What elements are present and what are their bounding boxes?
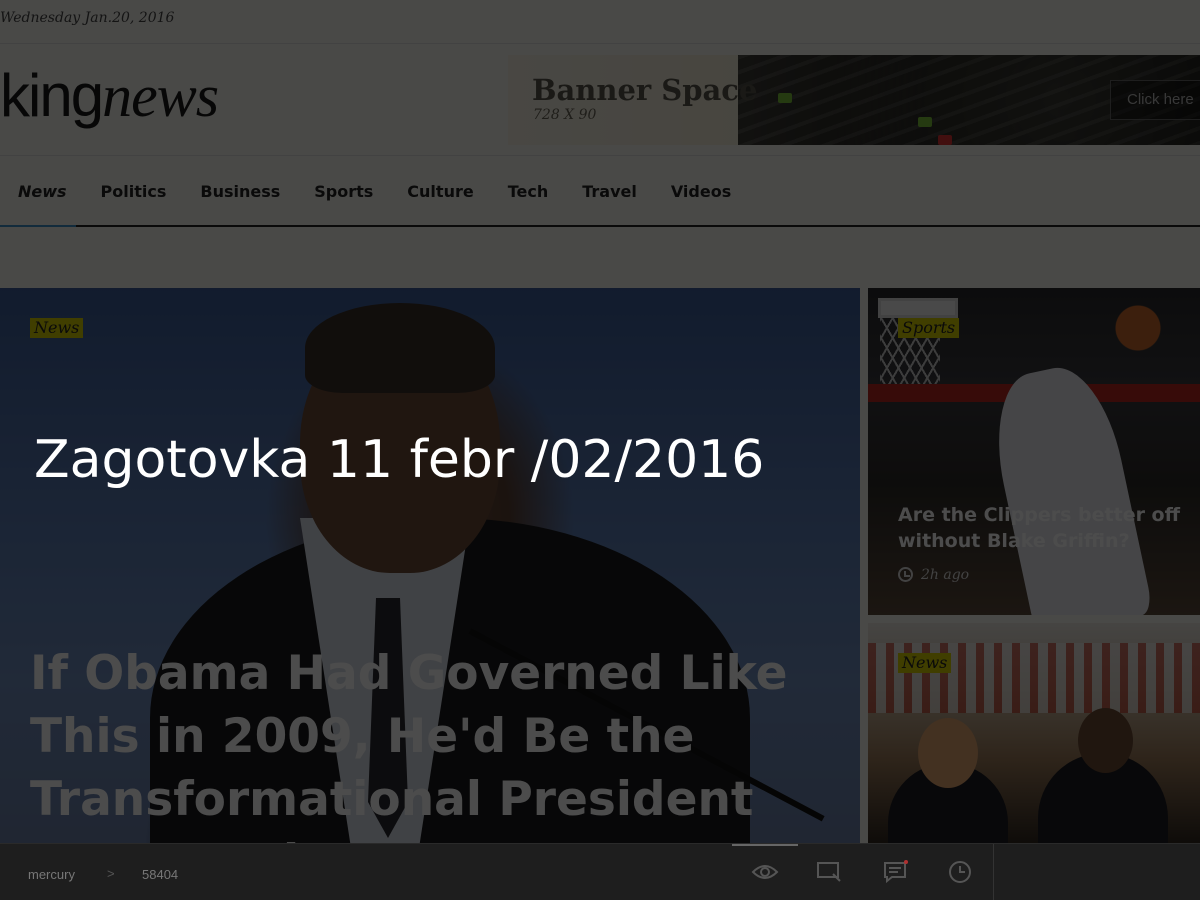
- nav-item-news[interactable]: News: [18, 182, 67, 201]
- banner-ad[interactable]: Banner Space 728 X 90 Click here: [508, 55, 1200, 145]
- nav-item-sports[interactable]: Sports: [314, 182, 373, 201]
- card-image-person-head: [918, 718, 978, 788]
- category-badge[interactable]: Sports: [898, 318, 960, 338]
- nav-item-videos[interactable]: Videos: [671, 182, 731, 201]
- featured-headline[interactable]: If Obama Had Governed Like This in 2009,…: [30, 642, 830, 848]
- logo-part-news: news: [102, 63, 219, 129]
- story-timestamp: 2h ago: [898, 567, 969, 583]
- toolbar-divider: [993, 844, 994, 900]
- nav-item-politics[interactable]: Politics: [101, 182, 167, 201]
- banner-decoration: [938, 135, 952, 145]
- breadcrumb-separator: >: [107, 866, 115, 881]
- category-badge[interactable]: News: [30, 318, 84, 338]
- clock-icon: [898, 567, 913, 582]
- story-time-text: 2h ago: [921, 567, 970, 583]
- featured-image-hair: [305, 303, 495, 393]
- nav-item-tech[interactable]: Tech: [508, 182, 549, 201]
- featured-story[interactable]: News If Obama Had Governed Like This in …: [0, 288, 860, 848]
- side-story-card[interactable]: Sports Are the Clippers better off witho…: [868, 288, 1200, 615]
- main-navigation: News Politics Business Sports Culture Te…: [0, 155, 1200, 227]
- category-badge[interactable]: News: [898, 653, 952, 673]
- eye-icon[interactable]: [732, 844, 798, 887]
- nav-item-business[interactable]: Business: [200, 182, 280, 201]
- banner-decoration: [918, 117, 932, 127]
- card-image-person-head: [1078, 708, 1133, 773]
- clock-icon[interactable]: [945, 857, 975, 887]
- overlay-caption: Zagotovka 11 febr /02/2016: [34, 430, 765, 490]
- select-region-icon[interactable]: [814, 857, 844, 887]
- banner-title: Banner Space: [532, 73, 758, 107]
- current-date: Wednesday Jan.20, 2016: [0, 10, 175, 26]
- card-image-backboard: [878, 298, 958, 318]
- nav-active-indicator: [0, 225, 76, 227]
- breadcrumb-item[interactable]: mercury: [28, 867, 75, 882]
- comment-icon[interactable]: [880, 857, 910, 887]
- side-story-title[interactable]: Are the Clippers better off without Blak…: [898, 502, 1198, 554]
- banner-size: 728 X 90: [533, 107, 597, 123]
- breadcrumb-value[interactable]: 58404: [142, 867, 178, 882]
- logo-part-king: king: [0, 62, 104, 129]
- nav-item-travel[interactable]: Travel: [582, 182, 637, 201]
- banner-decoration: [778, 93, 792, 103]
- side-story-card[interactable]: News: [868, 623, 1200, 848]
- site-logo[interactable]: kingnews: [0, 60, 219, 132]
- bottom-toolbar: mercury > 58404: [0, 843, 1200, 900]
- banner-click-button[interactable]: Click here: [1110, 80, 1200, 120]
- nav-item-culture[interactable]: Culture: [407, 182, 473, 201]
- toolbar-tools: [732, 844, 992, 900]
- top-bar: Wednesday Jan.20, 2016: [0, 0, 1200, 44]
